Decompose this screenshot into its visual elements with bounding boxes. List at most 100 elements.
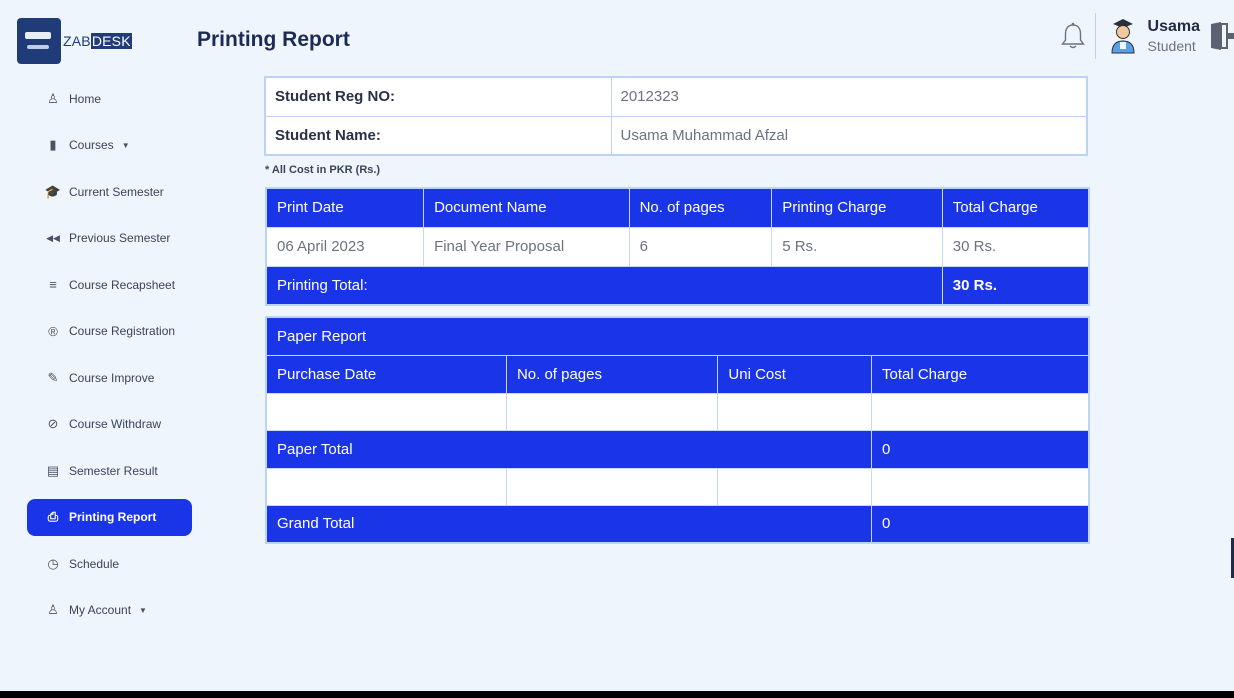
sidebar-nav: ♙ Home ▮ Courses ▼ 🎓 Current Semester ◀◀… [27,80,192,638]
table-row [265,467,1090,506]
table-row: Student Reg NO: 2012323 [264,76,1088,117]
student-name-value: Usama Muhammad Afzal [610,115,1088,156]
paper-report-title: Paper Report [265,316,1090,356]
user-role: Student [1147,38,1196,54]
user-outline-icon: ♙ [47,602,59,617]
student-avatar-icon[interactable] [1110,18,1136,54]
printing-total-row: Printing Total: 30 Rs. [265,265,1090,306]
sidebar-item-course-registration[interactable]: ® Course Registration [27,313,192,350]
grand-total-value: 0 [871,504,1090,544]
table-row: Student Name: Usama Muhammad Afzal [264,115,1088,156]
top-right-header: Usama Student [1059,13,1234,59]
table-cell [871,392,1090,431]
currency-note: * All Cost in PKR (Rs.) [265,164,381,176]
backward-icon: ◀◀ [46,232,60,243]
logo-portrait-icon [17,18,61,64]
table-cell: 30 Rs. [941,226,1090,267]
chevron-down-icon: ▼ [121,140,130,150]
result-sheet-icon: ▤ [46,462,60,478]
sidebar-item-course-improve[interactable]: ✎ Course Improve [27,359,192,396]
sidebar-item-printing-report[interactable]: ⎙ Printing Report [27,498,192,536]
column-header: Purchase Date [265,354,507,394]
paper-total-value: 0 [871,429,1090,469]
graduation-cap-icon: 🎓 [44,183,62,199]
sidebar-item-my-account[interactable]: ♙ My Account ▼ [27,592,192,629]
table-cell [505,392,719,431]
zabdesk-logo[interactable]: ZABDESK [17,17,135,65]
sidebar-item-label: My Account [69,603,132,617]
sidebar-item-course-recapsheet[interactable]: ≡ Course Recapsheet [27,266,192,303]
ban-icon: ⊘ [47,416,59,431]
sidebar-item-previous-semester[interactable]: ◀◀ Previous Semester [27,220,192,257]
printing-total-value: 30 Rs. [941,265,1090,306]
logout-door-icon[interactable] [1208,21,1234,51]
bell-icon[interactable] [1059,21,1087,51]
column-header: Print Date [265,187,425,228]
student-name-label: Student Name: [264,115,612,156]
paper-report-title-row: Paper Report [265,316,1090,356]
column-header: Document Name [423,187,630,228]
logo-text: ZABDESK [63,33,132,49]
grand-total-row: Grand Total 0 [265,504,1090,544]
sidebar-item-course-withdraw[interactable]: ⊘ Course Withdraw [27,406,192,443]
table-cell [871,467,1090,506]
user-name: Usama [1147,18,1200,35]
printer-icon: ⎙ [47,509,59,524]
table-cell [717,467,872,506]
table-row [265,392,1090,431]
chevron-down-icon: ▼ [139,605,147,615]
table-header-row: Purchase Date No. of pages Uni Cost Tota… [265,354,1090,394]
column-header: Uni Cost [717,354,872,394]
pencil-icon: ✎ [47,369,59,385]
user-info[interactable]: Usama Student [1147,18,1200,54]
column-header: Printing Charge [771,187,943,228]
sidebar-item-label: Home [69,91,102,106]
sidebar-item-current-semester[interactable]: 🎓 Current Semester [27,173,192,210]
sidebar-item-schedule[interactable]: ◷ Schedule [27,545,192,582]
sidebar-item-label: Schedule [69,556,120,571]
table-cell: Final Year Proposal [423,226,630,267]
sidebar-item-label: Course Improve [69,370,155,385]
header-divider [1094,13,1096,59]
paper-report-table: Paper Report Purchase Date No. of pages … [265,316,1090,544]
sidebar-item-label: Current Semester [69,184,164,199]
sidebar-item-label: Courses [69,138,114,152]
table-cell [265,467,507,506]
paper-total-label: Paper Total [265,429,872,469]
database-icon: ≡ [49,277,57,292]
column-header: Total Charge [871,354,1090,394]
column-header: No. of pages [628,187,773,228]
table-cell: 06 April 2023 [265,226,425,267]
registered-icon: ® [48,323,58,339]
table-row: 06 April 2023 Final Year Proposal 6 5 Rs… [265,226,1090,267]
printing-total-label: Printing Total: [265,265,943,306]
sidebar-item-label: Course Recapsheet [69,277,176,292]
page-title: Printing Report [197,28,350,51]
sidebar-item-label: Course Withdraw [69,417,162,431]
sidebar-item-semester-result[interactable]: ▤ Semester Result [27,452,192,489]
table-cell [505,467,719,506]
sidebar-item-home[interactable]: ♙ Home [27,80,192,117]
sidebar-item-courses[interactable]: ▮ Courses ▼ [27,127,192,164]
table-cell [265,392,507,431]
sidebar-item-label: Course Registration [69,324,176,338]
table-cell [717,392,872,431]
student-reg-label: Student Reg NO: [264,76,612,117]
bottom-screen-edge [0,691,1234,698]
column-header: No. of pages [505,354,719,394]
user-outline-icon: ♙ [47,90,59,106]
student-reg-value: 2012323 [610,76,1088,117]
student-info-table: Student Reg NO: 2012323 Student Name: Us… [264,76,1088,156]
table-cell: 6 [628,226,773,267]
paper-total-row: Paper Total 0 [265,429,1090,469]
sidebar-item-label: Previous Semester [69,231,171,245]
grand-total-label: Grand Total [265,504,872,544]
courses-icon: ▮ [49,137,57,152]
sidebar-item-label: Printing Report [69,510,157,524]
table-cell: 5 Rs. [771,226,943,267]
table-header-row: Print Date Document Name No. of pages Pr… [265,187,1090,228]
printing-table: Print Date Document Name No. of pages Pr… [265,187,1090,306]
clock-icon: ◷ [47,555,59,571]
column-header: Total Charge [941,187,1090,228]
sidebar-item-label: Semester Result [69,463,158,478]
